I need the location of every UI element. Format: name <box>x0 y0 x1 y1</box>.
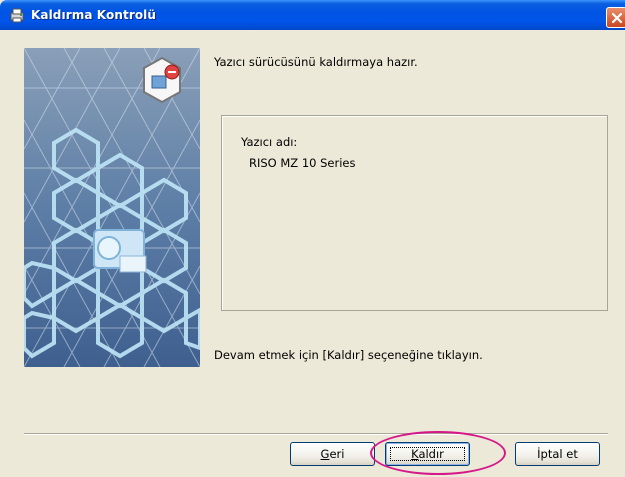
close-button[interactable] <box>606 7 625 28</box>
button-separator <box>24 433 608 435</box>
title-bar[interactable]: Kaldırma Kontrolü <box>0 0 625 30</box>
highlight-ellipse <box>370 431 506 475</box>
window-title: Kaldırma Kontrolü <box>31 8 157 22</box>
cancel-button-label: İptal et <box>537 447 578 461</box>
printer-name-value: RISO MZ 10 Series <box>249 156 356 170</box>
instruction-text: Devam etmek için [Kaldır] seçeneğine tık… <box>214 348 483 362</box>
close-icon <box>611 12 623 24</box>
ready-heading: Yazıcı sürücüsünü kaldırmaya hazır. <box>214 55 418 69</box>
printer-name-label: Yazıcı adı: <box>241 135 298 149</box>
back-button-label: Geri <box>320 447 345 461</box>
cancel-button[interactable]: İptal et <box>515 442 600 466</box>
uninstall-dialog: Kaldırma Kontrolü Yazıcı sürücüsünü kald… <box>0 0 625 477</box>
wizard-side-image <box>24 48 200 367</box>
printer-wizard-icon <box>9 8 25 23</box>
back-button[interactable]: Geri <box>290 442 375 466</box>
